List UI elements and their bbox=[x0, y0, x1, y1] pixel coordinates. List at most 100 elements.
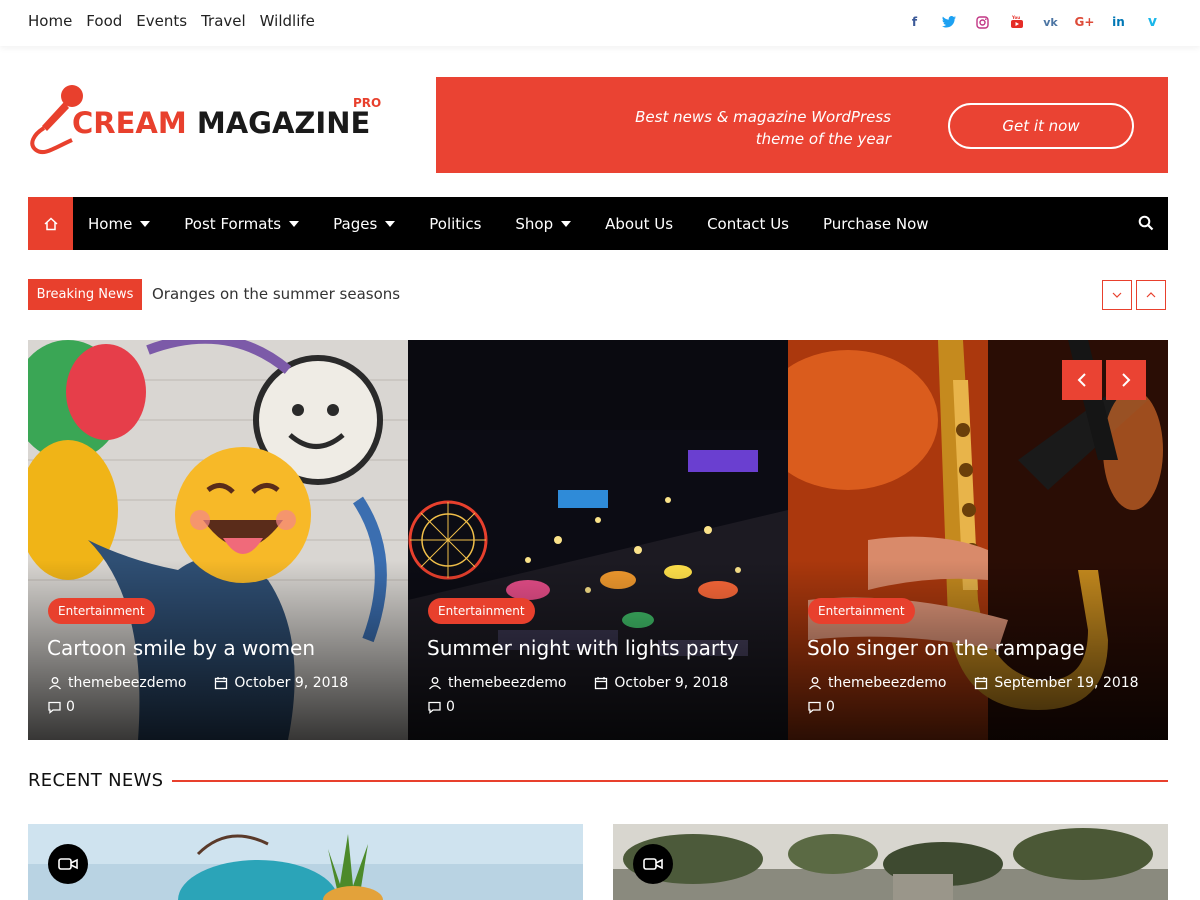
site-logo[interactable]: CREAM MAGAZINE PRO bbox=[28, 82, 388, 158]
top-nav: Home Food Events Travel Wildlife bbox=[28, 12, 315, 30]
nav-item-label: Post Formats bbox=[184, 214, 282, 233]
logo-wordmark: CREAM MAGAZINE bbox=[72, 106, 370, 140]
slide-card[interactable]: Entertainment Summer night with lights p… bbox=[408, 340, 788, 740]
top-nav-events[interactable]: Events bbox=[136, 12, 187, 30]
banner-line-1: Best news & magazine WordPress bbox=[635, 108, 891, 126]
slide-comments[interactable]: 0 bbox=[808, 699, 835, 715]
chevron-right-icon bbox=[1122, 373, 1131, 387]
slide-meta: themebeezdemo September 19, 2018 bbox=[808, 675, 1139, 691]
slide-author[interactable]: themebeezdemo bbox=[68, 675, 186, 691]
nav-item-shop[interactable]: Shop bbox=[515, 214, 572, 233]
recent-news-card[interactable] bbox=[28, 824, 583, 900]
slide-meta: themebeezdemo October 9, 2018 bbox=[428, 675, 728, 691]
featured-slider: Entertainment Cartoon smile by a women t… bbox=[28, 340, 1168, 740]
user-icon bbox=[809, 677, 821, 690]
vimeo-icon[interactable]: v bbox=[1145, 13, 1160, 31]
promo-banner: Best news & magazine WordPress theme of … bbox=[436, 77, 1168, 173]
category-badge[interactable]: Entertainment bbox=[428, 598, 535, 624]
slide-title[interactable]: Solo singer on the rampage bbox=[807, 636, 1085, 660]
nav-item-politics[interactable]: Politics bbox=[429, 215, 481, 233]
caret-down-icon bbox=[289, 220, 300, 227]
calendar-icon bbox=[595, 677, 608, 690]
banner-line-2: theme of the year bbox=[755, 130, 891, 148]
nav-item-label: Contact Us bbox=[707, 214, 789, 233]
card-image bbox=[613, 824, 1168, 900]
user-icon bbox=[49, 677, 61, 690]
svg-text:You: You bbox=[1011, 15, 1020, 20]
ticker-up-button[interactable] bbox=[1136, 280, 1166, 310]
home-button[interactable] bbox=[28, 197, 73, 250]
chevron-down-icon bbox=[1112, 292, 1122, 298]
section-divider bbox=[172, 780, 1168, 782]
slide-date[interactable]: October 9, 2018 bbox=[614, 675, 728, 691]
youtube-icon[interactable]: You bbox=[1009, 13, 1024, 31]
instagram-icon[interactable] bbox=[975, 13, 990, 31]
ticker-down-button[interactable] bbox=[1102, 280, 1132, 310]
slide-comments[interactable]: 0 bbox=[428, 699, 455, 715]
recent-news-card[interactable] bbox=[613, 824, 1168, 900]
video-camera-icon bbox=[643, 858, 663, 870]
video-format-badge bbox=[633, 844, 673, 884]
calendar-icon bbox=[975, 677, 988, 690]
nav-item-post-formats[interactable]: Post Formats bbox=[184, 214, 300, 233]
nav-item-pages[interactable]: Pages bbox=[333, 214, 396, 233]
slide-author[interactable]: themebeezdemo bbox=[448, 675, 566, 691]
slide-date[interactable]: October 9, 2018 bbox=[234, 675, 348, 691]
nav-item-label: About Us bbox=[605, 214, 674, 233]
caret-down-icon bbox=[385, 220, 396, 227]
category-badge[interactable]: Entertainment bbox=[808, 598, 915, 624]
slide-card[interactable]: Entertainment Solo singer on the rampage… bbox=[788, 340, 1168, 740]
social-links: f You vk G+ in v bbox=[907, 13, 1160, 31]
comment-count: 0 bbox=[826, 699, 835, 715]
nav-item-about-us[interactable]: About Us bbox=[605, 215, 673, 233]
slide-date[interactable]: September 19, 2018 bbox=[994, 675, 1138, 691]
main-nav-items: Home Post Formats Pages Politics Shop Ab… bbox=[88, 197, 963, 250]
breaking-news-headline[interactable]: Oranges on the summer seasons bbox=[152, 285, 400, 303]
comment-icon bbox=[808, 701, 821, 714]
slide-meta: themebeezdemo October 9, 2018 bbox=[48, 675, 348, 691]
search-icon[interactable] bbox=[1138, 215, 1154, 231]
caret-down-icon bbox=[561, 220, 572, 227]
video-format-badge bbox=[48, 844, 88, 884]
facebook-icon[interactable]: f bbox=[907, 13, 922, 31]
breaking-news-label: Breaking News bbox=[28, 279, 142, 310]
calendar-icon bbox=[215, 677, 228, 690]
home-icon bbox=[43, 216, 58, 230]
slide-author[interactable]: themebeezdemo bbox=[828, 675, 946, 691]
nav-item-contact-us[interactable]: Contact Us bbox=[707, 215, 789, 233]
chevron-up-icon bbox=[1146, 292, 1156, 298]
slide-card[interactable]: Entertainment Cartoon smile by a women t… bbox=[28, 340, 408, 740]
recent-news-heading: RECENT NEWS bbox=[28, 770, 164, 791]
main-nav: Home Post Formats Pages Politics Shop Ab… bbox=[28, 197, 1168, 250]
top-bar: Home Food Events Travel Wildlife f You v… bbox=[0, 0, 1200, 46]
top-nav-travel[interactable]: Travel bbox=[201, 12, 246, 30]
top-nav-wildlife[interactable]: Wildlife bbox=[260, 12, 315, 30]
vk-icon[interactable]: vk bbox=[1043, 13, 1058, 31]
slide-title[interactable]: Cartoon smile by a women bbox=[47, 636, 315, 660]
top-nav-food[interactable]: Food bbox=[86, 12, 122, 30]
comment-count: 0 bbox=[446, 699, 455, 715]
nav-item-label: Purchase Now bbox=[822, 214, 929, 233]
nav-item-purchase-now[interactable]: Purchase Now bbox=[823, 215, 929, 233]
user-icon bbox=[429, 677, 441, 690]
comment-icon bbox=[428, 701, 441, 714]
google-plus-icon[interactable]: G+ bbox=[1075, 13, 1095, 31]
logo-word-magazine: MAGAZINE bbox=[196, 106, 371, 140]
nav-item-label: Shop bbox=[515, 214, 554, 233]
card-image bbox=[28, 824, 583, 900]
nav-item-label: Pages bbox=[333, 214, 378, 233]
slider-prev-button[interactable] bbox=[1062, 360, 1102, 400]
slide-comments[interactable]: 0 bbox=[48, 699, 75, 715]
twitter-icon[interactable] bbox=[941, 13, 956, 31]
category-badge[interactable]: Entertainment bbox=[48, 598, 155, 624]
top-nav-home[interactable]: Home bbox=[28, 12, 72, 30]
get-it-now-button[interactable]: Get it now bbox=[948, 103, 1134, 149]
logo-pro-badge: PRO bbox=[353, 96, 382, 110]
slider-next-button[interactable] bbox=[1106, 360, 1146, 400]
nav-item-label: Politics bbox=[429, 214, 482, 233]
video-camera-icon bbox=[58, 858, 78, 870]
slide-title[interactable]: Summer night with lights party bbox=[427, 636, 739, 660]
linkedin-icon[interactable]: in bbox=[1111, 13, 1126, 31]
nav-item-label: Home bbox=[88, 214, 133, 233]
nav-item-home[interactable]: Home bbox=[88, 214, 151, 233]
